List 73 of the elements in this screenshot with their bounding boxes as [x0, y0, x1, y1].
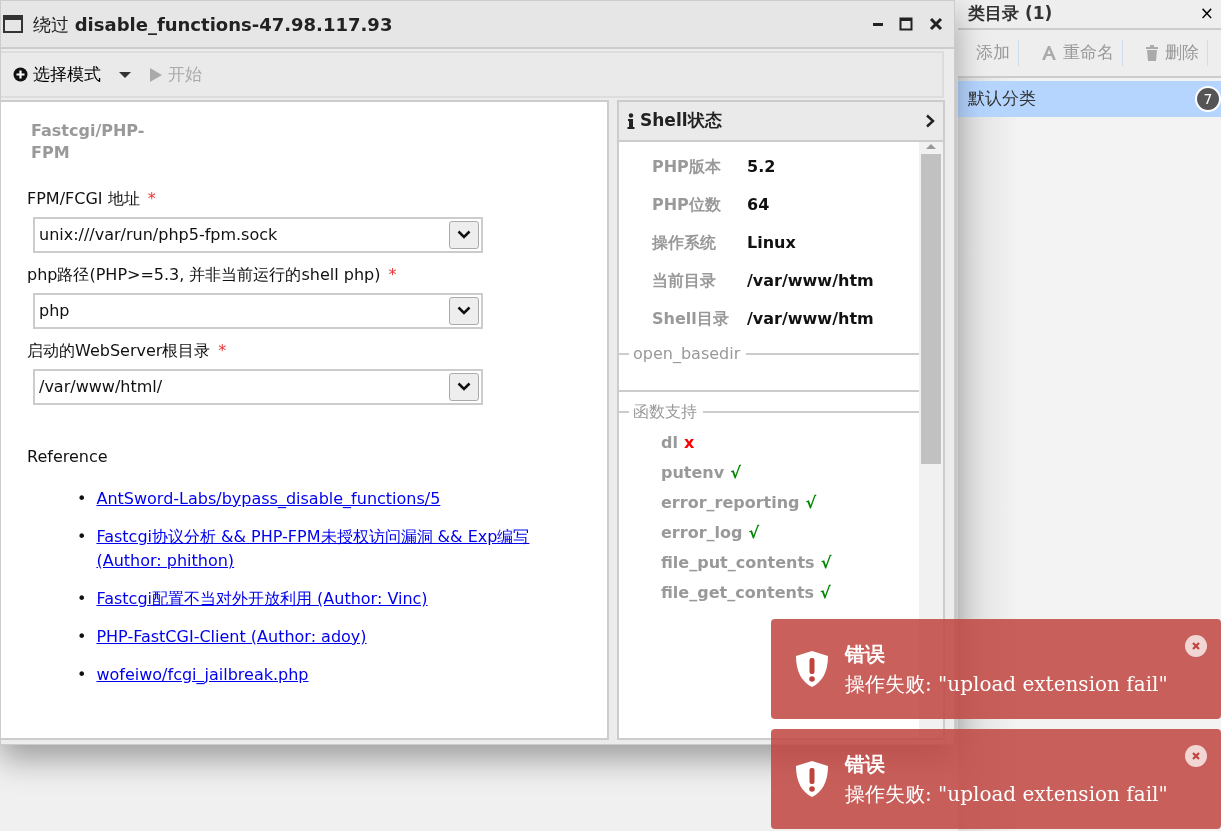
status-mark: √ — [730, 462, 741, 484]
function-name: file_put_contents — [661, 552, 815, 574]
info-value: /var/www/htm — [747, 270, 874, 292]
info-label: PHP位数 — [651, 194, 722, 216]
combo-field[interactable]: php — [33, 292, 483, 329]
bullet: • — [77, 587, 87, 610]
reference-link[interactable]: PHP-FastCGI-Client (Author: adoy) — [96, 624, 367, 649]
close-icon — [1191, 641, 1201, 651]
field-label: php路径(PHP>=5.3, 并非当前运行的shell php) * — [27, 263, 398, 286]
category-item[interactable]: 默认分类 7 — [958, 81, 1221, 117]
bullet: • — [77, 487, 87, 510]
mode-button[interactable]: 选择模式 — [13, 61, 101, 88]
minimize-button[interactable] — [870, 22, 886, 26]
bullet: • — [77, 663, 87, 686]
window-icon — [3, 15, 23, 33]
minimize-icon — [873, 22, 883, 26]
info-label: Shell目录 — [651, 308, 730, 330]
function-name: error_reporting — [661, 492, 800, 514]
section-legend: 函数支持 — [619, 400, 919, 424]
status-mark: √ — [805, 492, 817, 514]
function-name: file_get_contents — [661, 582, 815, 604]
status-mark: √ — [820, 552, 832, 574]
panel-title: 类目录 (1) — [968, 2, 1053, 26]
combo-field[interactable]: unix:///var/run/php5-fpm.sock — [33, 216, 483, 253]
status-mark: √ — [820, 582, 831, 604]
window-title: 绕过 disable_functions-47.98.117.93 — [33, 12, 394, 37]
close-icon — [1191, 751, 1201, 761]
panel-title: Shell状态 — [640, 109, 723, 133]
function-name: dl — [661, 432, 678, 454]
bullet: • — [77, 625, 87, 648]
close-button[interactable]: × — [1196, 1, 1217, 27]
info-icon — [627, 113, 635, 129]
field-label: FPM/FCGI 地址 * — [27, 187, 157, 210]
info-value: 5.2 — [747, 156, 776, 178]
play-icon — [149, 66, 163, 83]
info-label: 操作系统 — [650, 232, 717, 254]
section-legend: open_basedir — [619, 342, 919, 366]
maximize-icon — [899, 17, 913, 31]
info-value: 64 — [747, 194, 770, 216]
close-icon — [929, 17, 943, 31]
info-label: PHP版本 — [651, 156, 722, 178]
function-name: error_log — [661, 522, 743, 544]
section-heading: Fastcgi/PHP-FPM — [31, 120, 146, 165]
bullet: • — [77, 525, 87, 548]
chevron-right-icon — [925, 114, 935, 128]
status-mark: x — [683, 432, 695, 454]
plus-circle-icon — [13, 67, 28, 82]
category-label: 默认分类 — [968, 87, 1036, 111]
notification-title: 错误 — [845, 751, 886, 778]
count-badge: 7 — [1195, 86, 1221, 112]
caret-icon — [119, 70, 131, 79]
reference-link[interactable]: wofeiwo/fcgi_jailbreak.php — [96, 662, 309, 687]
reference-link[interactable]: Fastcgi协议分析 && PHP-FPM未授权访问漏洞 && Exp编写 (Author: phithon) — [96, 524, 567, 573]
reference-link[interactable]: AntSword-Labs/bypass_disable_functions/5 — [96, 486, 441, 511]
trash-icon — [1145, 45, 1159, 61]
combo-field[interactable]: /var/www/html/ — [33, 368, 483, 405]
chevron-down-icon — [457, 230, 471, 240]
field-label: 启动的WebServer根目录 * — [27, 339, 228, 362]
chevron-down-icon — [457, 382, 471, 392]
function-name: putenv — [661, 462, 725, 484]
info-value: /var/www/htm — [747, 308, 874, 330]
status-mark: √ — [748, 522, 760, 544]
notification-message: 操作失败: "upload extension fail" — [845, 671, 1168, 698]
info-value: Linux — [747, 232, 796, 254]
shield-alert-icon — [795, 650, 829, 688]
reference-link[interactable]: Fastcgi配置不当对外开放利用 (Author: Vinc) — [96, 586, 428, 611]
notification-title: 错误 — [845, 641, 886, 668]
reference-heading: Reference — [27, 445, 109, 468]
chevron-down-icon — [457, 306, 471, 316]
shield-alert-icon — [795, 760, 829, 798]
letter-icon — [1041, 45, 1057, 61]
info-label: 当前目录 — [651, 270, 717, 292]
notification-message: 操作失败: "upload extension fail" — [845, 781, 1168, 808]
